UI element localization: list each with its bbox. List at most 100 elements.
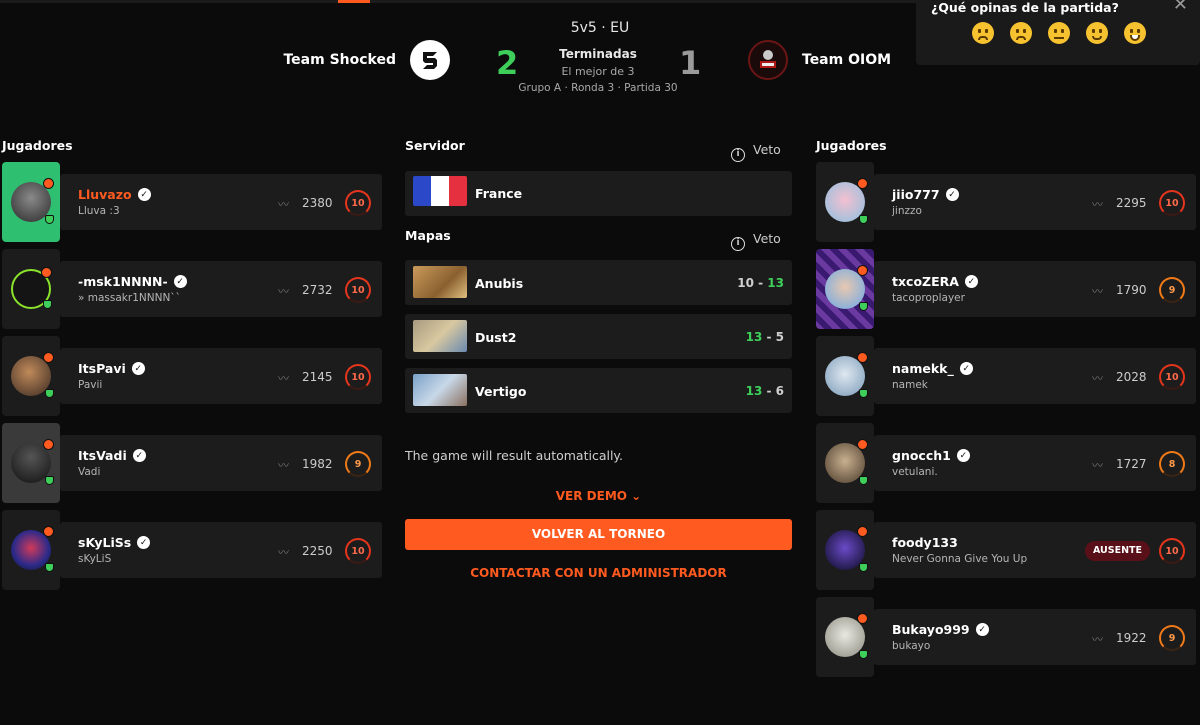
- player-name[interactable]: -msk1NNNN- ✓: [78, 274, 187, 289]
- server-veto-button[interactable]: i Veto: [731, 142, 781, 162]
- player-card[interactable]: sKyLiSs ✓ sKyLiS 〰 2250 10: [2, 510, 382, 590]
- player-name[interactable]: Lluvazo ✓: [78, 187, 151, 202]
- level-badge: 10: [1159, 538, 1185, 564]
- avatar[interactable]: [11, 267, 52, 309]
- server-name: France: [475, 186, 523, 201]
- rank-icon: [43, 439, 54, 450]
- player-info: [874, 348, 1196, 404]
- avatar[interactable]: [825, 439, 868, 485]
- avatar[interactable]: [11, 178, 54, 224]
- player-card[interactable]: Bukayo999 ✓ bukayo 〰 1922 9: [816, 597, 1196, 677]
- france-flag-icon: [413, 176, 467, 206]
- team-shocked-logo-icon[interactable]: [410, 40, 450, 80]
- contact-admin-link[interactable]: CONTACTAR CON UN ADMINISTRADOR: [405, 566, 792, 580]
- absent-badge: AUSENTE: [1085, 541, 1151, 561]
- player-nickname: vetulani.: [892, 466, 938, 478]
- player-name[interactable]: jiio777 ✓: [892, 187, 959, 202]
- player-name[interactable]: ItsVadi ✓: [78, 448, 146, 463]
- neutral-face-icon[interactable]: [1048, 22, 1070, 44]
- player-name[interactable]: gnocch1 ✓: [892, 448, 970, 463]
- smile-face-icon[interactable]: [1086, 22, 1108, 44]
- avatar[interactable]: [11, 526, 54, 572]
- level-badge: 10: [345, 538, 371, 564]
- map-thumbnail: [413, 320, 467, 352]
- level-badge: 9: [1159, 277, 1185, 303]
- avatar-frame: [816, 423, 874, 503]
- avatar[interactable]: [825, 526, 868, 572]
- team-right-score: 1: [679, 44, 702, 82]
- player-card[interactable]: ItsVadi ✓ Vadi 〰 1982 9: [2, 423, 382, 503]
- trend-icon: 〰: [1092, 633, 1103, 646]
- player-nickname: » massakr1NNNN``: [78, 292, 181, 304]
- player-card[interactable]: -msk1NNNN- ✓ » massakr1NNNN`` 〰 2732 10: [2, 249, 382, 329]
- rank-icon: [857, 352, 868, 363]
- avatar[interactable]: [11, 352, 54, 398]
- player-name[interactable]: Bukayo999 ✓: [892, 622, 989, 637]
- avatar[interactable]: [825, 613, 868, 659]
- verified-icon: ✓: [975, 623, 989, 636]
- player-elo: 1727: [1116, 457, 1147, 471]
- map-row[interactable]: Vertigo 13 - 6: [405, 368, 792, 413]
- team-left-name[interactable]: Team Shocked: [283, 52, 396, 68]
- verified-icon: ✓: [137, 536, 151, 549]
- sad-face-icon[interactable]: [1010, 22, 1032, 44]
- ver-demo-button[interactable]: VER DEMO ⌄: [405, 489, 792, 503]
- close-icon[interactable]: ✕: [1173, 0, 1188, 15]
- trend-icon: 〰: [1092, 459, 1103, 472]
- avatar[interactable]: [11, 439, 54, 485]
- rank-icon: [857, 178, 868, 189]
- shield-icon: [859, 302, 868, 311]
- avatar[interactable]: [825, 265, 868, 311]
- trend-icon: 〰: [1092, 198, 1103, 211]
- team-right-name[interactable]: Team OIOM: [802, 52, 891, 68]
- player-name[interactable]: ItsPavi ✓: [78, 361, 145, 376]
- shield-icon: [859, 215, 868, 224]
- active-tab-indicator: [338, 0, 370, 3]
- avatar-frame: [816, 336, 874, 416]
- trend-icon: 〰: [278, 372, 289, 385]
- level-badge: 10: [1159, 364, 1185, 390]
- maps-veto-button[interactable]: i Veto: [731, 231, 781, 251]
- player-name[interactable]: sKyLiSs ✓: [78, 535, 151, 550]
- avatar[interactable]: [825, 178, 868, 224]
- rank-icon: [43, 178, 54, 189]
- player-info: [874, 174, 1196, 230]
- map-thumbnail: [413, 266, 467, 298]
- player-nickname: Lluva :3: [78, 205, 120, 217]
- map-score: 10 - 13: [737, 276, 784, 290]
- player-card[interactable]: namekk_ ✓ namek 〰 2028 10: [816, 336, 1196, 416]
- player-nickname: Pavii: [78, 379, 103, 391]
- map-row[interactable]: Anubis 10 - 13: [405, 260, 792, 305]
- rank-icon: [857, 613, 868, 624]
- team-oiom-logo-icon[interactable]: [748, 40, 788, 80]
- verified-icon: ✓: [173, 275, 187, 288]
- player-name[interactable]: txcoZERA ✓: [892, 274, 978, 289]
- shield-icon: [45, 215, 54, 224]
- back-to-tournament-button[interactable]: VOLVER AL TORNEO: [405, 519, 792, 550]
- avatar[interactable]: [825, 352, 868, 398]
- shield-icon: [859, 563, 868, 572]
- player-card[interactable]: Lluvazo ✓ Lluva :3 〰 2380 10: [2, 162, 382, 242]
- level-badge: 8: [1159, 451, 1185, 477]
- player-card[interactable]: ItsPavi ✓ Pavii 〰 2145 10: [2, 336, 382, 416]
- very-bad-face-icon[interactable]: [972, 22, 994, 44]
- player-card[interactable]: foody133 Never Gonna Give You Up AUSENTE…: [816, 510, 1196, 590]
- map-row[interactable]: Dust2 13 - 5: [405, 314, 792, 359]
- player-card[interactable]: jiio777 ✓ jinzzo 〰 2295 10: [816, 162, 1196, 242]
- team-right[interactable]: Team OIOM: [748, 40, 891, 80]
- player-info: [874, 261, 1196, 317]
- player-name[interactable]: namekk_ ✓: [892, 361, 973, 376]
- team-left[interactable]: Team Shocked: [283, 40, 450, 80]
- avatar-frame: [2, 423, 60, 503]
- player-card[interactable]: gnocch1 ✓ vetulani. 〰 1727 8: [816, 423, 1196, 503]
- player-info: [60, 174, 382, 230]
- player-name[interactable]: foody133: [892, 535, 958, 550]
- avatar-frame: [816, 162, 874, 242]
- grin-face-icon[interactable]: [1124, 22, 1146, 44]
- feedback-question: ¿Qué opinas de la partida?: [931, 0, 1119, 15]
- trend-icon: 〰: [1092, 372, 1103, 385]
- player-nickname: Never Gonna Give You Up: [892, 553, 1028, 565]
- info-icon: i: [731, 237, 745, 251]
- player-card[interactable]: txcoZERA ✓ tacoproplayer 〰 1790 9: [816, 249, 1196, 329]
- player-elo: 2028: [1116, 370, 1147, 384]
